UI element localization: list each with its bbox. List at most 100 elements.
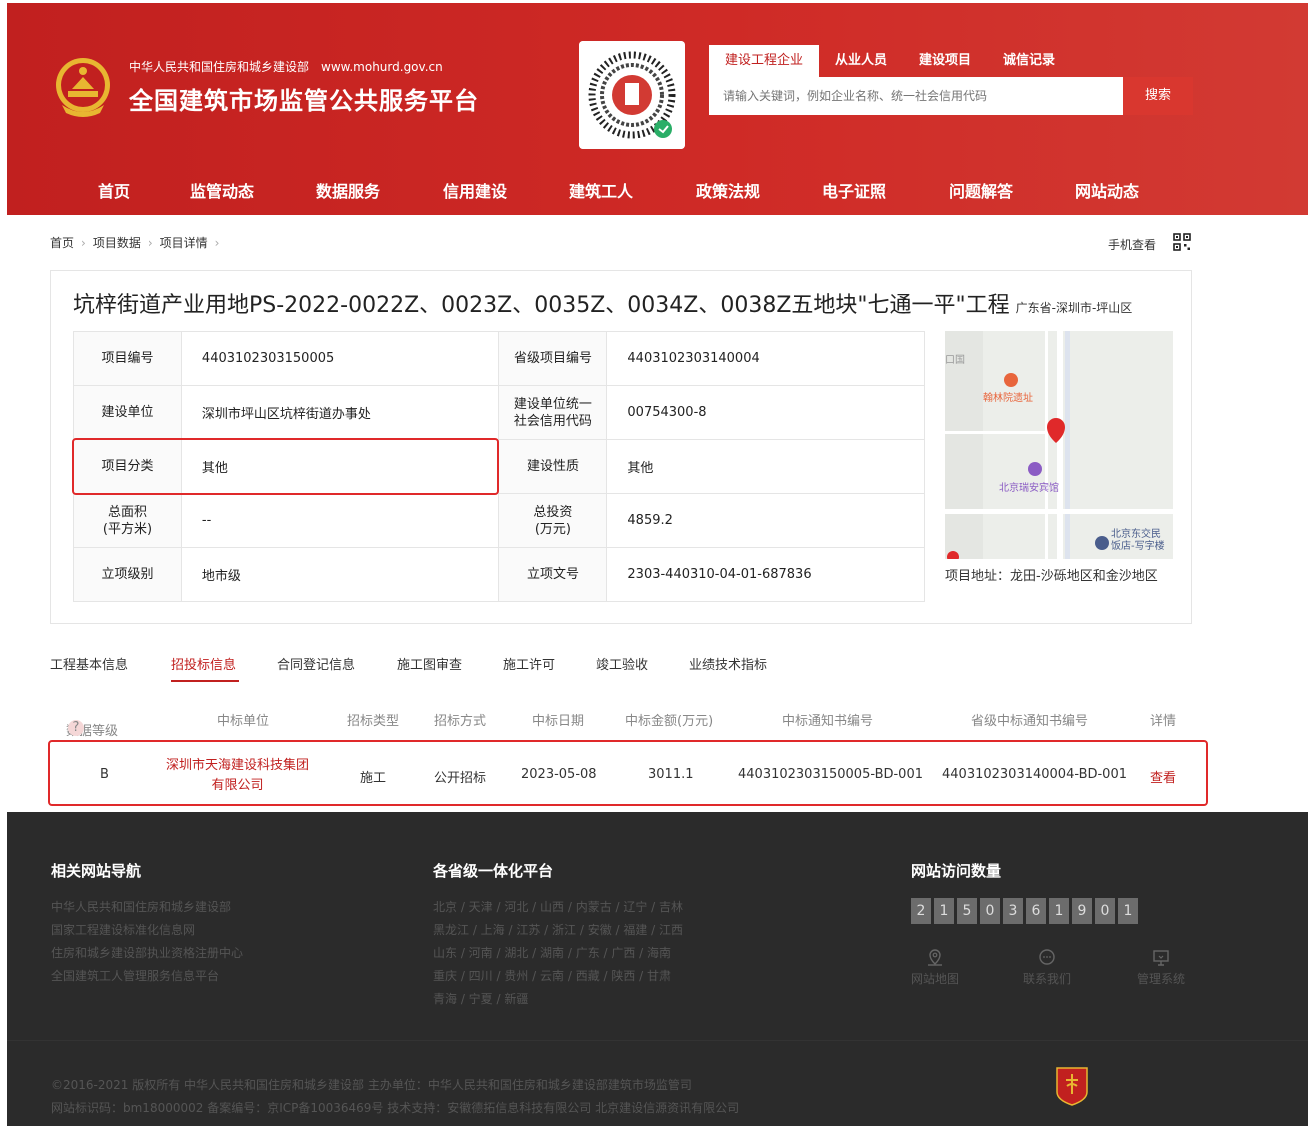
tab-contract-info[interactable]: 合同登记信息 bbox=[277, 654, 355, 673]
tab-basic-info[interactable]: 工程基本信息 bbox=[50, 654, 128, 673]
footer-prov-title: 各省级一体化平台 bbox=[433, 862, 554, 880]
info-row: 总面积(平方米) -- 总投资(万元) 4859.2 bbox=[73, 493, 925, 548]
search-button[interactable]: 搜索 bbox=[1123, 77, 1193, 115]
search-box bbox=[709, 77, 1123, 115]
breadcrumb-home[interactable]: 首页 bbox=[50, 236, 74, 250]
nav-policy[interactable]: 政策法规 bbox=[696, 178, 760, 202]
prov-line[interactable]: 北京 / 天津 / 河北 / 山西 / 内蒙古 / 辽宁 / 吉林 bbox=[433, 896, 683, 919]
map-pin-icon bbox=[928, 949, 942, 966]
info-key: 建设单位统一社会信用代码 bbox=[498, 385, 608, 440]
highlight-box-bid-row bbox=[48, 740, 1208, 806]
footer-link[interactable]: 国家工程建设标准化信息网 bbox=[51, 919, 243, 942]
tool-label: 网站地图 bbox=[911, 972, 960, 986]
chat-bubble-icon bbox=[1039, 949, 1055, 965]
info-key: 总面积(平方米) bbox=[73, 493, 182, 548]
nav-workers[interactable]: 建筑工人 bbox=[569, 178, 633, 202]
info-value: 地市级 bbox=[180, 547, 500, 602]
nav-supervision[interactable]: 监管动态 bbox=[190, 178, 254, 202]
sitemap-link[interactable]: 网站地图 bbox=[911, 948, 959, 987]
search-input[interactable] bbox=[709, 77, 1123, 115]
info-row: 建设单位 深圳市坪山区坑梓街道办事处 建设单位统一社会信用代码 00754300… bbox=[73, 385, 925, 440]
map-label: 北京瑞安宾馆 bbox=[999, 481, 1059, 494]
chevron-right-icon: › bbox=[147, 236, 153, 250]
national-emblem-icon bbox=[56, 58, 110, 117]
chevron-right-icon: › bbox=[81, 236, 86, 250]
help-icon[interactable]: ? bbox=[68, 720, 84, 736]
search-tab-credit[interactable]: 诚信记录 bbox=[987, 45, 1071, 77]
nav-news[interactable]: 网站动态 bbox=[1075, 178, 1139, 202]
prov-line[interactable]: 黑龙江 / 上海 / 江苏 / 浙江 / 安徽 / 福建 / 江西 bbox=[433, 919, 683, 942]
gov-site-logo-icon[interactable] bbox=[1054, 1066, 1090, 1106]
info-key-text: 建设单位 bbox=[101, 405, 154, 420]
col-header: 中标日期 bbox=[532, 714, 585, 729]
contact-link[interactable]: 联系我们 bbox=[1023, 948, 1071, 987]
mobile-view-link[interactable]: 手机查看 bbox=[1108, 236, 1156, 253]
tab-completion-acceptance[interactable]: 竣工验收 bbox=[596, 654, 648, 673]
nav-data-service[interactable]: 数据服务 bbox=[316, 178, 380, 202]
tab-construction-permit[interactable]: 施工许可 bbox=[503, 654, 555, 673]
project-address: 项目地址：龙田-沙砾地区和金沙地区 bbox=[945, 569, 1158, 584]
footer-link[interactable]: 住房和城乡建设部执业资格注册中心 bbox=[51, 942, 243, 965]
highlight-box-category bbox=[72, 438, 499, 495]
counter-digit: 5 bbox=[957, 898, 977, 924]
org-name: 中华人民共和国住房和城乡建设部 bbox=[129, 60, 310, 74]
nav-e-license[interactable]: 电子证照 bbox=[822, 178, 886, 202]
footer-divider bbox=[7, 1040, 1308, 1041]
main-nav: 首页 监管动态 数据服务 信用建设 建筑工人 政策法规 电子证照 问题解答 网站… bbox=[7, 164, 1308, 214]
col-header: 中标金额(万元) bbox=[625, 714, 714, 729]
col-header: 招标类型 bbox=[347, 714, 400, 729]
site-url[interactable]: www.mohurd.gov.cn bbox=[321, 60, 443, 74]
map-label: 饭店-写字楼 bbox=[1111, 539, 1165, 552]
admin-system-link[interactable]: 管理系统 bbox=[1137, 948, 1185, 987]
monitor-icon bbox=[1153, 950, 1169, 966]
nav-faq[interactable]: 问题解答 bbox=[949, 178, 1013, 202]
map-label: 翰林院遗址 bbox=[983, 391, 1033, 404]
breadcrumb: 首页 › 项目数据 › 项目详情 › bbox=[50, 234, 226, 251]
counter-digit: 1 bbox=[1118, 898, 1138, 924]
search-tab-enterprise[interactable]: 建设工程企业 bbox=[709, 45, 820, 77]
counter-digit: 9 bbox=[1072, 898, 1092, 924]
footer-link[interactable]: 中华人民共和国住房和城乡建设部 bbox=[51, 896, 243, 919]
qr-code-icon[interactable] bbox=[1173, 233, 1191, 251]
info-value: 4859.2 bbox=[606, 493, 925, 548]
info-key-text: 建设单位统一社会信用代码 bbox=[513, 396, 592, 429]
search-tab-personnel[interactable]: 从业人员 bbox=[819, 45, 903, 77]
copyright: ©2016-2021 版权所有 中华人民共和国住房和城乡建设部 主办单位：中华人… bbox=[51, 1074, 739, 1120]
info-value: 4403102303150005 bbox=[180, 331, 500, 386]
info-value: 4403102303140004 bbox=[606, 331, 925, 386]
info-key-text: 总投资(万元) bbox=[533, 504, 573, 537]
nav-home[interactable]: 首页 bbox=[98, 178, 130, 202]
breadcrumb-project-data[interactable]: 项目数据 bbox=[93, 236, 141, 250]
info-key: 项目编号 bbox=[73, 331, 182, 386]
footer-link[interactable]: 全国建筑工人管理服务信息平台 bbox=[51, 965, 243, 988]
visit-counter: 2 1 5 0 3 6 1 9 0 1 bbox=[911, 898, 1138, 924]
footer-nav-links: 中华人民共和国住房和城乡建设部 国家工程建设标准化信息网 住房和城乡建设部执业资… bbox=[51, 896, 243, 988]
prov-line[interactable]: 青海 / 宁夏 / 新疆 bbox=[433, 988, 683, 1011]
counter-digit: 1 bbox=[1049, 898, 1069, 924]
project-title: 坑梓街道产业用地PS-2022-0022Z、0023Z、0035Z、0034Z、… bbox=[73, 293, 1010, 318]
tab-performance-indicators[interactable]: 业绩技术指标 bbox=[689, 654, 767, 673]
search-tab-project[interactable]: 建设项目 bbox=[903, 45, 987, 77]
map-label: 口国 bbox=[945, 354, 965, 366]
info-key: 建设单位 bbox=[73, 385, 182, 440]
search-tabs: 建设工程企业 从业人员 建设项目 诚信记录 bbox=[709, 45, 1071, 77]
info-value: -- bbox=[180, 493, 500, 548]
prov-line[interactable]: 山东 / 河南 / 湖北 / 湖南 / 广东 / 广西 / 海南 bbox=[433, 942, 683, 965]
tab-bidding-info[interactable]: 招投标信息 bbox=[171, 654, 236, 673]
tab-drawing-review[interactable]: 施工图审查 bbox=[397, 654, 462, 673]
mini-program-qr-code bbox=[579, 41, 685, 149]
project-map[interactable]: 口国 翰林院遗址 北京瑞安宾馆 北京东交民 饭店-写字楼 bbox=[945, 331, 1173, 559]
counter-digit: 2 bbox=[911, 898, 931, 924]
nav-credit[interactable]: 信用建设 bbox=[443, 178, 507, 202]
footer-nav-title: 相关网站导航 bbox=[51, 862, 142, 880]
info-row: 项目编号 4403102303150005 省级项目编号 44031023031… bbox=[73, 331, 925, 386]
col-header: 省级中标通知书编号 bbox=[971, 714, 1089, 729]
prov-line[interactable]: 重庆 / 四川 / 贵州 / 云南 / 西藏 / 陕西 / 甘肃 bbox=[433, 965, 683, 988]
page: 中华人民共和国住房和城乡建设部 www.mohurd.gov.cn 全国建筑市场监… bbox=[0, 0, 1308, 1126]
info-key: 立项级别 bbox=[73, 547, 182, 602]
info-value: 2303-440310-04-01-687836 bbox=[606, 547, 925, 602]
site-footer: 相关网站导航 中华人民共和国住房和城乡建设部 国家工程建设标准化信息网 住房和城… bbox=[7, 812, 1308, 1126]
footer-visits-title: 网站访问数量 bbox=[911, 862, 1002, 880]
chevron-right-icon: › bbox=[214, 236, 220, 250]
copyright-line: 网站标识码：bm18000002 备案编号：京ICP备10036469号 技术支… bbox=[51, 1101, 740, 1115]
